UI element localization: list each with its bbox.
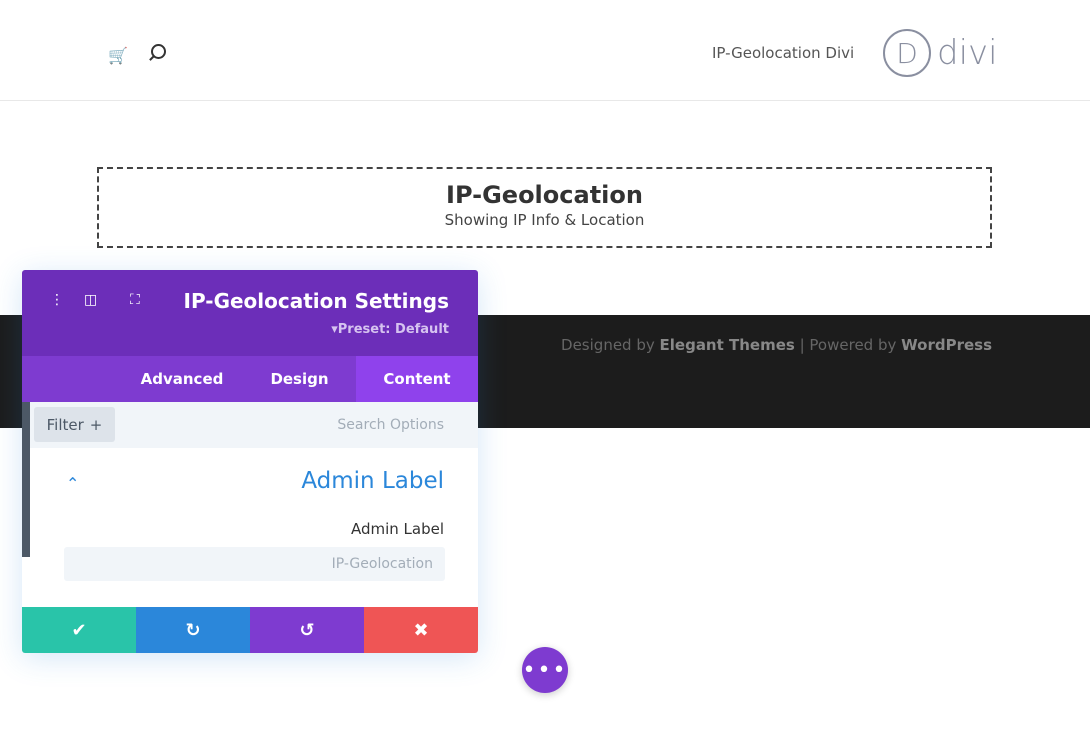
- redo-icon: ↻: [185, 619, 201, 641]
- filter-bar: Filter + Search Options: [22, 402, 478, 448]
- more-options-icon[interactable]: ⋮: [50, 292, 64, 308]
- close-button[interactable]: ✖: [364, 607, 478, 653]
- field-label: Admin Label: [350, 520, 444, 538]
- close-icon: ✖: [413, 619, 429, 641]
- plus-icon: +: [89, 415, 103, 434]
- save-button[interactable]: ✔: [22, 607, 136, 653]
- wordpress-link[interactable]: WordPress: [901, 336, 992, 354]
- panel-actions: ✔ ↻ ↺ ✖: [22, 607, 478, 653]
- undo-button[interactable]: ↺: [250, 607, 364, 653]
- panel-header[interactable]: ⋮ ◫ ⛶ IP-Geolocation Settings ▾Preset: D…: [22, 270, 478, 356]
- collapse-toggle-icon[interactable]: ⌃: [66, 474, 79, 493]
- module-title: IP-Geolocation: [446, 181, 643, 209]
- credits-text: Designed by: [561, 336, 660, 354]
- scrollbar[interactable]: [22, 402, 30, 557]
- preset-selector[interactable]: ▾Preset: Default: [331, 322, 449, 337]
- divi-logo[interactable]: D divi: [883, 29, 998, 77]
- tab-content[interactable]: Content: [356, 356, 478, 402]
- filter-button[interactable]: Filter +: [34, 407, 115, 442]
- module-subtitle: Showing IP Info & Location: [444, 211, 645, 229]
- check-icon: ✔: [71, 619, 87, 641]
- redo-button[interactable]: ↻: [136, 607, 250, 653]
- credits-sep: | Powered by: [794, 336, 902, 354]
- admin-label-input[interactable]: IP-Geolocation: [64, 547, 445, 581]
- builder-menu-button[interactable]: •••: [522, 647, 568, 693]
- search-icon[interactable]: [151, 44, 166, 59]
- group-title[interactable]: Admin Label: [301, 468, 444, 494]
- tab-advanced[interactable]: Advanced: [121, 356, 243, 402]
- filter-label: Filter: [46, 415, 84, 434]
- fullscreen-icon[interactable]: ⛶: [130, 292, 140, 308]
- site-title[interactable]: IP-Geolocation Divi: [712, 44, 854, 62]
- logo-text: divi: [937, 33, 998, 73]
- cart-icon[interactable]: 🛒: [108, 46, 128, 65]
- panel-tabs: Advanced Design Content: [22, 356, 478, 402]
- tab-design[interactable]: Design: [243, 356, 356, 402]
- undo-icon: ↺: [299, 619, 315, 641]
- settings-panel: ⋮ ◫ ⛶ IP-Geolocation Settings ▾Preset: D…: [22, 270, 478, 653]
- split-view-icon[interactable]: ◫: [84, 292, 97, 308]
- elegant-themes-link[interactable]: Elegant Themes: [660, 336, 795, 354]
- footer-credits: Designed by Elegant Themes | Powered by …: [561, 336, 992, 354]
- site-header: 🛒 IP-Geolocation Divi D divi: [0, 0, 1090, 101]
- ip-geolocation-module[interactable]: IP-Geolocation Showing IP Info & Locatio…: [97, 167, 992, 248]
- panel-title: IP-Geolocation Settings: [183, 289, 449, 313]
- logo-mark: D: [883, 29, 931, 77]
- search-options-input[interactable]: Search Options: [337, 417, 444, 433]
